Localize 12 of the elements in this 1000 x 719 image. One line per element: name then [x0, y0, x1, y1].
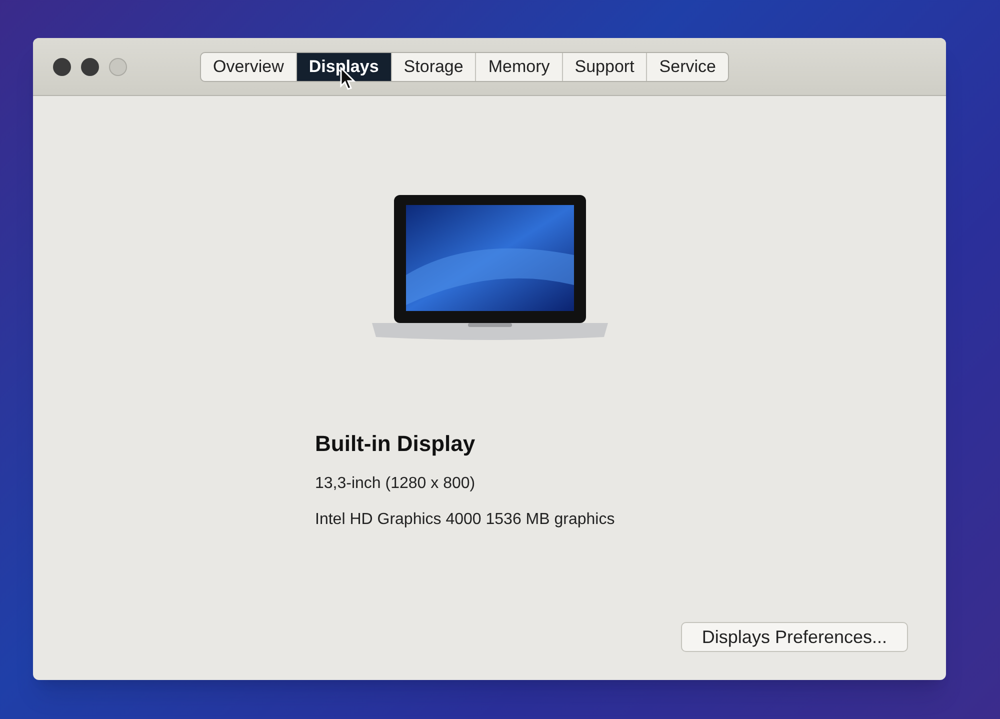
graphics-info: Intel HD Graphics 4000 1536 MB graphics — [315, 510, 616, 530]
display-size: 13,3-inch (1280 x 800) — [315, 474, 476, 494]
tab[interactable]: Displays — [296, 52, 391, 80]
tab[interactable]: Support — [562, 52, 646, 80]
tab[interactable]: Overview — [201, 52, 296, 80]
minimize-button[interactable] — [81, 58, 99, 76]
close-button[interactable] — [53, 58, 71, 76]
displays-preferences-button[interactable]: Displays Preferences... — [680, 622, 908, 652]
tab[interactable]: Storage — [390, 52, 476, 80]
tab[interactable]: Service — [646, 52, 728, 80]
tab[interactable]: Memory — [475, 52, 562, 80]
display-title: Built-in Display — [315, 430, 476, 458]
